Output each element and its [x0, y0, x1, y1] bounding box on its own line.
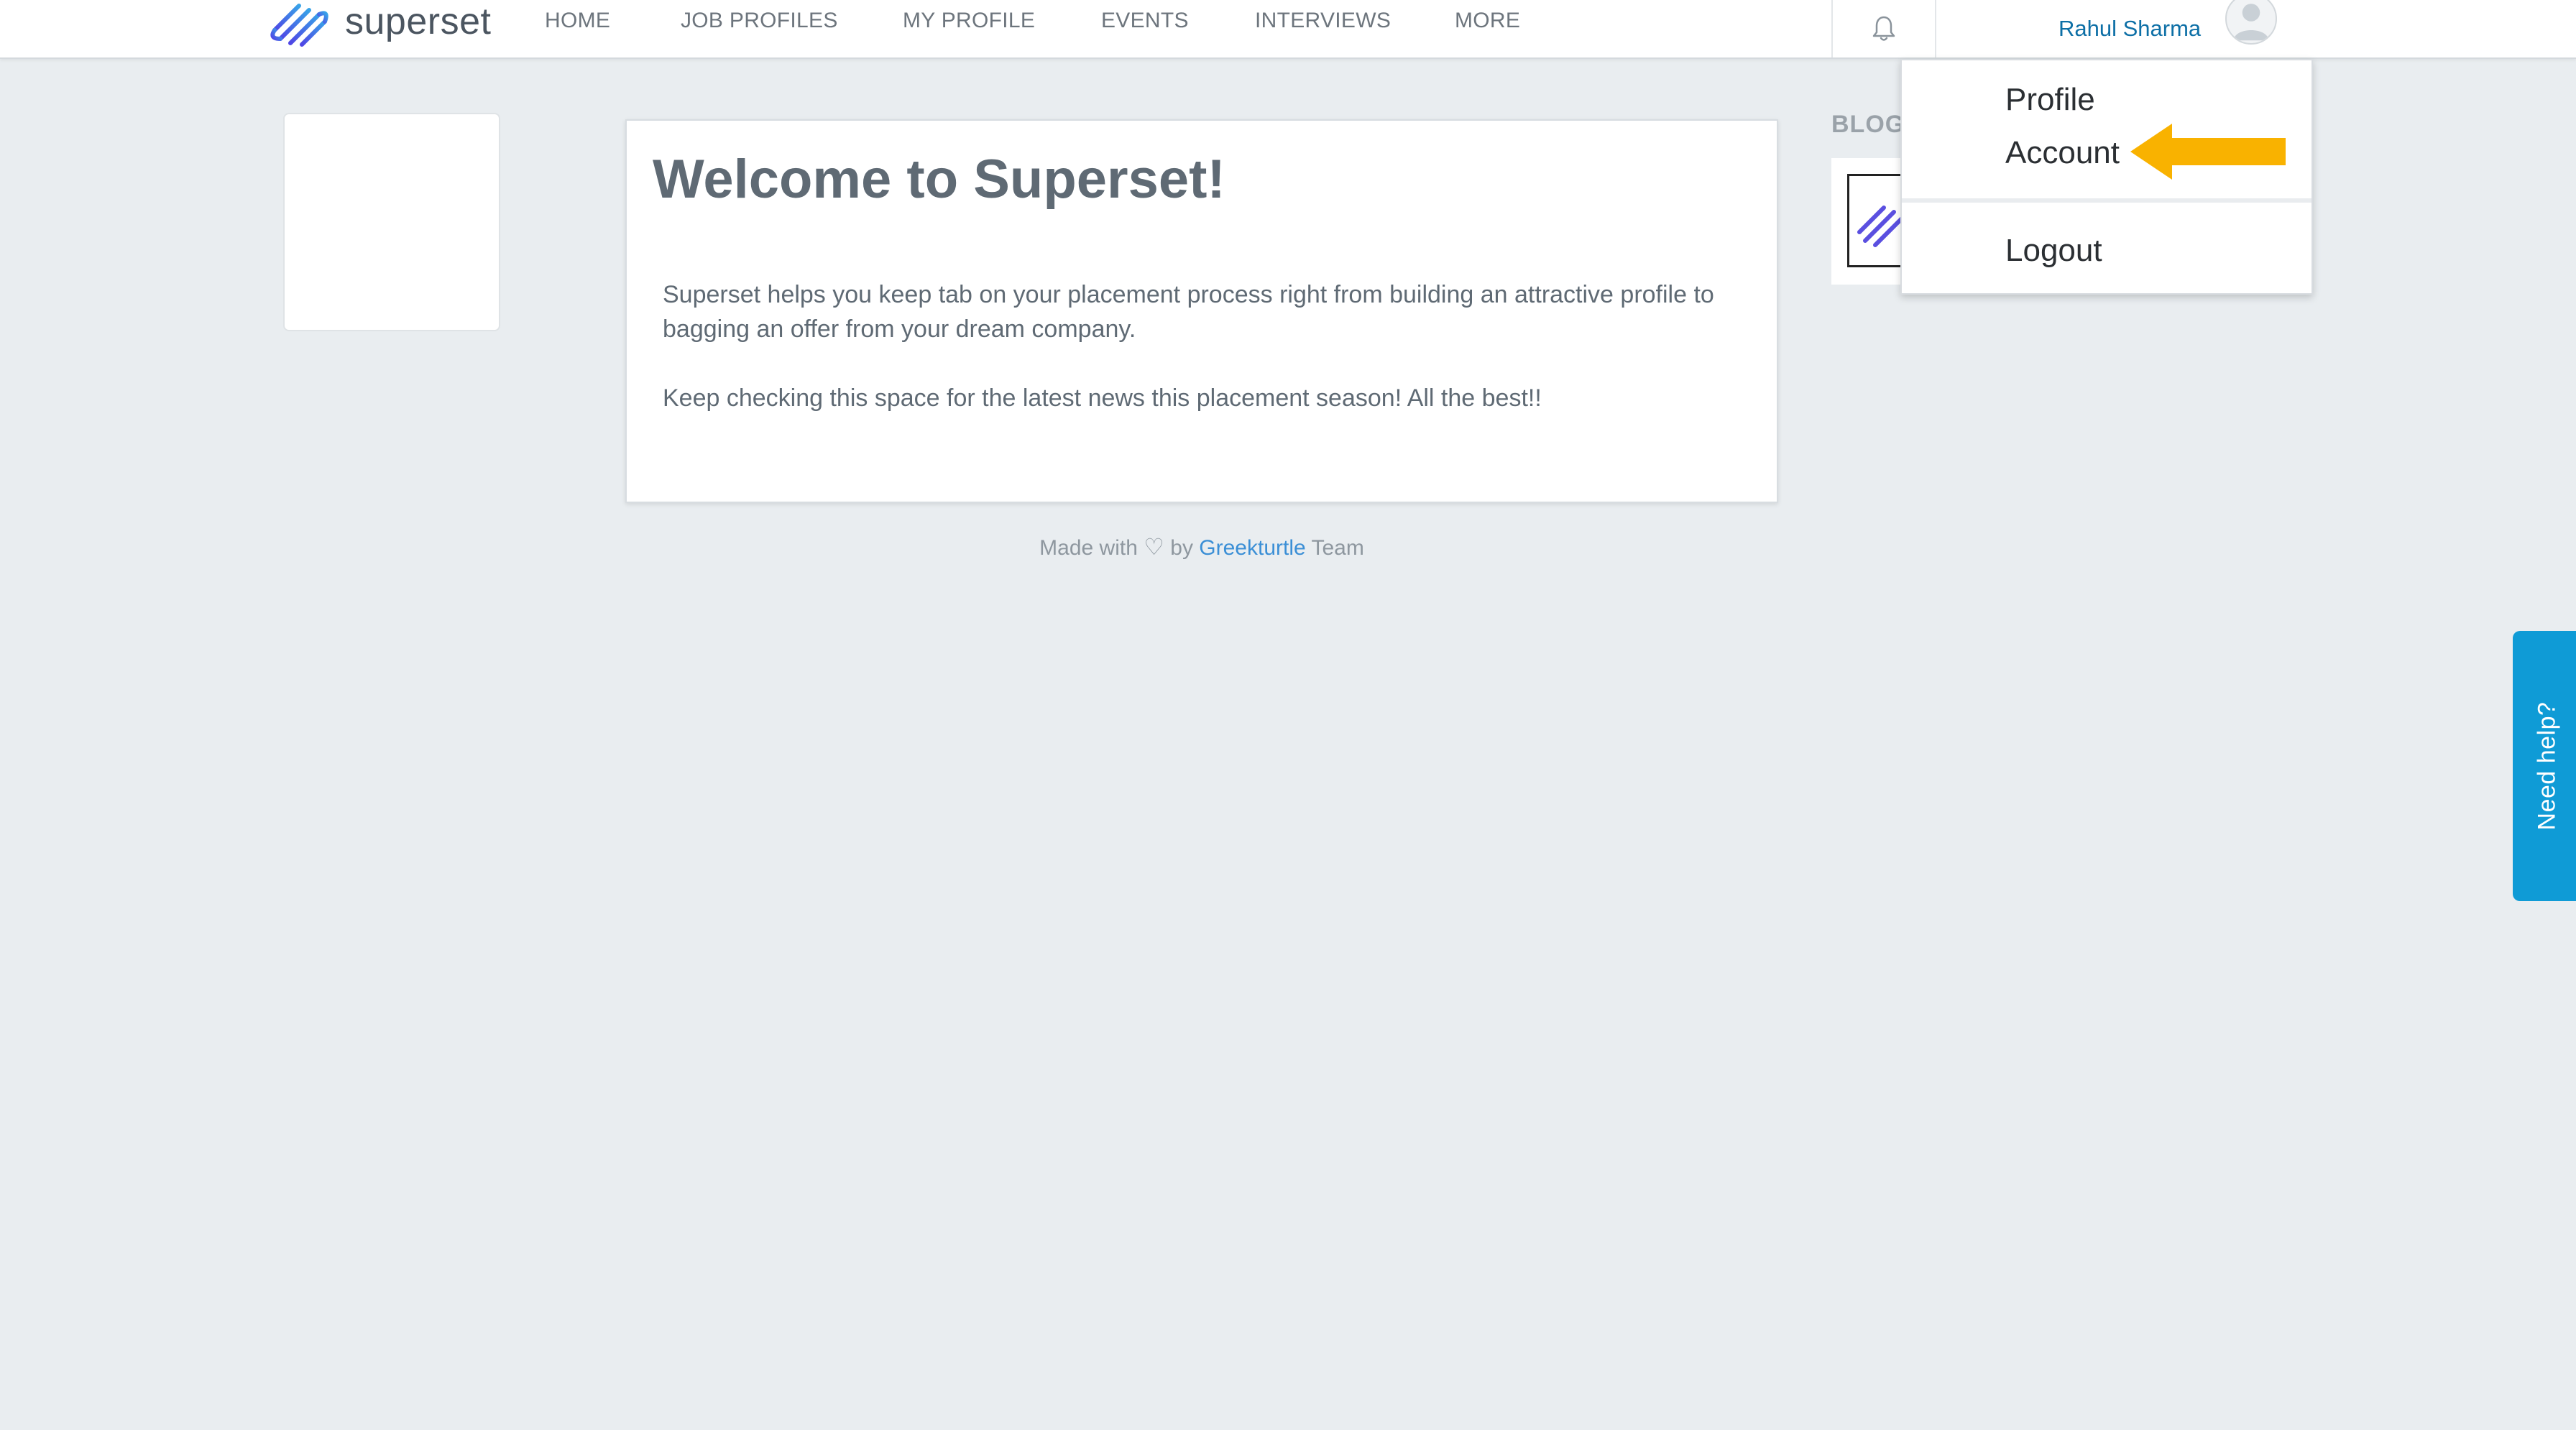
welcome-paragraph-secondary: Keep checking this space for the latest …: [663, 384, 1542, 412]
menu-divider: [1902, 198, 2312, 203]
heart-icon: ♡: [1144, 534, 1164, 560]
footer-suffix: Team: [1311, 536, 1364, 560]
footer: Made with ♡ by Greekturtle Team: [0, 533, 2404, 561]
welcome-paragraph: Superset helps you keep tab on your plac…: [663, 281, 1714, 343]
nav-more[interactable]: MORE: [1455, 9, 1520, 33]
need-help-label: Need help?: [2533, 701, 2561, 831]
logo-text: superset: [345, 1, 492, 42]
menu-item-account[interactable]: Account: [2005, 135, 2120, 171]
page-title: Welcome to Superset!: [653, 149, 1225, 210]
menu-item-logout[interactable]: Logout: [2005, 233, 2102, 269]
nav-my-profile[interactable]: MY PROFILE: [903, 9, 1035, 33]
nav-events[interactable]: EVENTS: [1101, 9, 1189, 33]
superset-logo-icon: [270, 4, 328, 47]
menu-item-profile[interactable]: Profile: [2005, 82, 2095, 118]
greekturtle-link[interactable]: Greekturtle: [1199, 536, 1305, 560]
need-help-button[interactable]: Need help?: [2513, 631, 2576, 901]
nav-home[interactable]: HOME: [545, 9, 610, 33]
user-name-link[interactable]: Rahul Sharma: [2058, 16, 2201, 42]
footer-prefix: Made with: [1039, 536, 1138, 560]
top-navbar: superset HOME JOB PROFILES MY PROFILE EV…: [0, 0, 2576, 59]
pointer-arrow-icon: [2130, 124, 2286, 180]
profile-summary-card: [283, 113, 500, 331]
user-avatar-icon: [2233, 4, 2269, 41]
superset-logo[interactable]: superset: [264, 0, 491, 50]
bell-icon: [1872, 16, 1895, 41]
blog-heading: BLOG: [1831, 111, 1905, 138]
footer-by: by: [1170, 536, 1193, 560]
nav-interviews[interactable]: INTERVIEWS: [1255, 9, 1391, 33]
nav-job-profiles[interactable]: JOB PROFILES: [681, 9, 838, 33]
welcome-card: Welcome to Superset! Superset helps you …: [625, 119, 1778, 503]
avatar[interactable]: [2225, 0, 2277, 45]
notifications-button[interactable]: [1831, 0, 1936, 57]
